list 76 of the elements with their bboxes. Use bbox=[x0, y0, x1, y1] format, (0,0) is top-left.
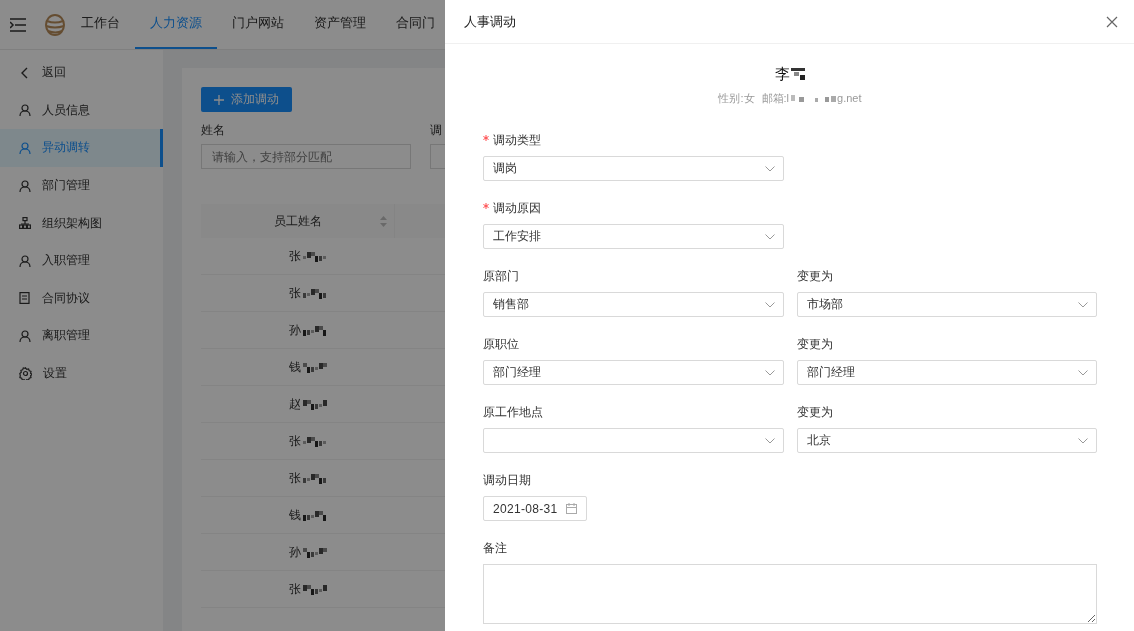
column-header: 员工姓名 bbox=[273, 212, 322, 230]
select-field[interactable]: 销售部 bbox=[483, 292, 784, 317]
plus-icon bbox=[214, 94, 224, 105]
email-text: g.net bbox=[837, 92, 862, 104]
redacted-mosaic bbox=[791, 67, 805, 81]
field-label: 变更为 bbox=[796, 335, 833, 353]
employee-name: 李 bbox=[775, 64, 790, 84]
select-field[interactable]: 部门经理 bbox=[483, 360, 784, 385]
sidebar-item[interactable]: 设置 bbox=[0, 354, 163, 393]
table-cell: 钱 bbox=[288, 506, 301, 524]
select-field[interactable]: 部门经理 bbox=[796, 360, 1097, 385]
select-field[interactable]: 北京 bbox=[796, 428, 1097, 453]
redacted-mosaic bbox=[789, 93, 838, 103]
chevron-down-icon bbox=[765, 165, 775, 172]
select-field[interactable]: 市场部 bbox=[796, 292, 1097, 317]
chevron-down-icon bbox=[764, 301, 775, 308]
settings-icon bbox=[19, 367, 32, 381]
table-cell: 孙 bbox=[288, 321, 301, 339]
user-icon bbox=[19, 142, 31, 154]
field-label: 备注 bbox=[483, 539, 507, 557]
chevron-down-icon bbox=[764, 437, 775, 444]
calendar-icon bbox=[566, 503, 577, 514]
field-label: 调动日期 bbox=[483, 471, 531, 489]
table-cell: 张 bbox=[288, 580, 301, 598]
field-label: 原部门 bbox=[483, 267, 519, 285]
chevron-down-icon bbox=[765, 233, 775, 240]
select-field[interactable]: 调岗 bbox=[483, 156, 784, 181]
org-chart-icon bbox=[19, 217, 31, 230]
chevron-down-icon bbox=[1078, 437, 1088, 444]
date-field[interactable]: 2021-08-31 bbox=[483, 496, 587, 521]
user-icon bbox=[19, 254, 31, 267]
table-cell: 赵 bbox=[288, 395, 301, 413]
table-cell: 张 bbox=[288, 284, 301, 302]
close-icon[interactable] bbox=[1106, 15, 1118, 28]
table-cell: 张 bbox=[288, 247, 301, 265]
field-label: 调动类型 bbox=[493, 131, 541, 149]
redacted-mosaic bbox=[302, 509, 327, 521]
user-icon bbox=[19, 329, 31, 342]
table-cell: 孙 bbox=[288, 543, 301, 561]
field-label: 调动原因 bbox=[493, 199, 541, 217]
gender-text: 性别:女 bbox=[718, 90, 755, 106]
filter-field[interactable]: 请输入，支持部分匹配 bbox=[201, 144, 411, 169]
nav-tab[interactable]: 资产管理 bbox=[299, 0, 381, 49]
sidebar-item[interactable]: 入职管理 bbox=[0, 241, 163, 280]
document-icon bbox=[19, 292, 31, 305]
field-label: 变更为 bbox=[796, 267, 833, 285]
user-icon bbox=[19, 104, 31, 117]
sidebar-item[interactable]: 返回 bbox=[0, 54, 163, 92]
drawer-title: 人事调动 bbox=[464, 12, 516, 31]
sidebar-item[interactable]: 离职管理 bbox=[0, 317, 163, 355]
table-cell: 钱 bbox=[288, 358, 301, 376]
nav-tab[interactable]: 门户网站 bbox=[217, 0, 299, 49]
menu-icon[interactable] bbox=[10, 17, 26, 32]
select-field[interactable] bbox=[483, 428, 784, 453]
field-label: 变更为 bbox=[796, 403, 833, 421]
nav-tab[interactable]: 工作台 bbox=[66, 0, 135, 49]
select-field[interactable]: 工作安排 bbox=[483, 224, 784, 249]
redacted-mosaic bbox=[302, 398, 327, 410]
chevron-down-icon bbox=[1078, 369, 1088, 376]
filter-label: 调 bbox=[430, 122, 443, 138]
table-cell: 张 bbox=[288, 469, 301, 487]
remarks-field[interactable] bbox=[483, 564, 1097, 624]
redacted-mosaic bbox=[302, 324, 327, 336]
table-cell: 张 bbox=[288, 432, 301, 450]
logo-icon bbox=[44, 13, 66, 36]
chevron-down-icon bbox=[764, 369, 775, 376]
redacted-mosaic bbox=[302, 583, 327, 595]
user-icon bbox=[19, 179, 31, 192]
field-label: 原工作地点 bbox=[483, 403, 543, 421]
email-text: 邮箱:l bbox=[761, 90, 790, 106]
filter-label: 姓名 bbox=[201, 122, 226, 138]
sort-icon[interactable] bbox=[380, 215, 387, 227]
sidebar-item[interactable]: 组织架构图 bbox=[0, 204, 163, 242]
field-label: 原职位 bbox=[483, 335, 519, 353]
chevron-down-icon bbox=[1078, 301, 1088, 308]
sidebar-item[interactable]: 合同协议 bbox=[0, 279, 163, 318]
